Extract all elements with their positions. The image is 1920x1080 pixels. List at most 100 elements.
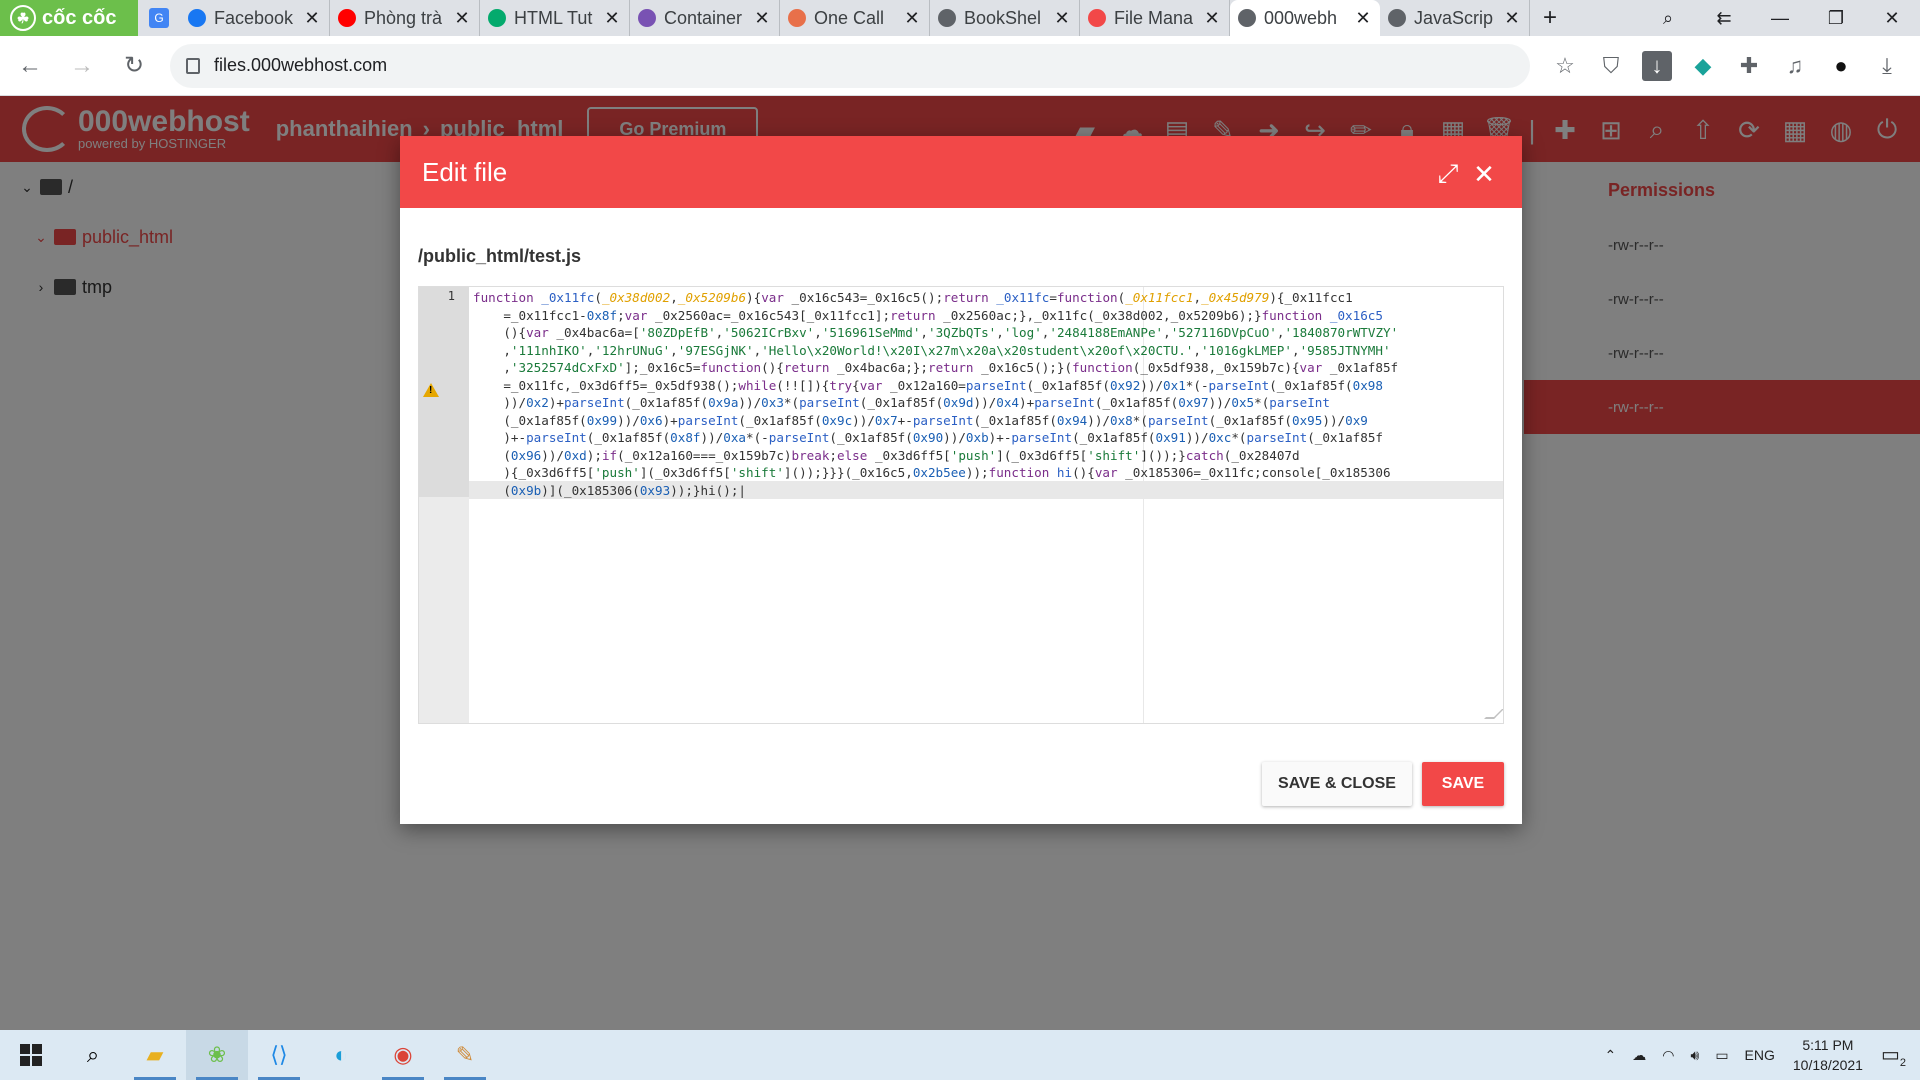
browser-tab[interactable]: HTML Tut ✕	[480, 0, 630, 36]
globe-icon	[938, 9, 956, 27]
download-page-icon[interactable]: ↓	[1642, 51, 1672, 81]
globe-icon	[1388, 9, 1406, 27]
tab-title: HTML Tut	[514, 7, 593, 28]
clock-time: 5:11 PM	[1802, 1037, 1854, 1053]
close-tab-icon[interactable]: ✕	[1053, 8, 1071, 29]
browser-tab[interactable]: Phòng trà ✕	[330, 0, 480, 36]
bookmark-star-icon[interactable]: ☆	[1542, 44, 1588, 88]
close-tab-icon[interactable]: ✕	[753, 8, 771, 29]
profile-avatar[interactable]: ●	[1818, 44, 1864, 88]
reading-list-icon[interactable]: ♫	[1772, 44, 1818, 88]
extension-teal-icon[interactable]: ◆	[1680, 44, 1726, 88]
fullscreen-icon[interactable]: ⤢	[1430, 158, 1466, 188]
chevron-up-icon[interactable]: ⌃	[1605, 1047, 1617, 1064]
minimize-button[interactable]: —	[1752, 0, 1808, 36]
close-tab-icon[interactable]: ✕	[453, 8, 471, 29]
youtube-icon	[338, 9, 356, 27]
windows-icon	[20, 1044, 42, 1066]
browser-tab[interactable]: 000webh ✕	[1230, 0, 1380, 36]
google-translate-tab[interactable]: G	[138, 0, 180, 36]
line-number: 1	[447, 289, 455, 303]
tab-title: File Mana	[1114, 7, 1194, 28]
language-indicator[interactable]: ENG	[1745, 1047, 1775, 1063]
start-button[interactable]	[0, 1030, 62, 1080]
bootstrap-icon	[638, 9, 656, 27]
tab-title: BookShel	[964, 7, 1042, 28]
code-editor[interactable]: 1 function _0x11fc(_0x38d002,_0x5209b6){…	[418, 286, 1504, 724]
downloads-icon[interactable]: ⤓	[1864, 44, 1910, 88]
extensions-puzzle-icon[interactable]: ✚	[1726, 44, 1772, 88]
chrome-icon: ◉	[393, 1042, 413, 1067]
browser-tab[interactable]: Container ✕	[630, 0, 780, 36]
code-content[interactable]: function _0x11fc(_0x38d002,_0x5209b6){va…	[473, 289, 1501, 499]
tab-title: JavaScrip	[1414, 7, 1494, 28]
maximize-button[interactable]: ❐	[1808, 0, 1864, 36]
vscode-icon: ⟨⟩	[270, 1042, 288, 1067]
battery-icon[interactable]: ▭	[1715, 1047, 1728, 1064]
tab-title: Container	[664, 7, 743, 28]
coccoc-menu-button[interactable]: ☘ cốc cốc	[0, 0, 138, 36]
onecall-icon	[788, 9, 806, 27]
browser-tab[interactable]: BookShel ✕	[930, 0, 1080, 36]
dialog-title: Edit file	[422, 156, 508, 187]
close-tab-icon[interactable]: ✕	[603, 8, 621, 29]
forward-button[interactable]: →	[60, 44, 104, 88]
tab-strip: ☘ cốc cốc G Facebook ✕ Phòng trà ✕ HTML Tut ✕…	[0, 0, 1920, 36]
edit-file-dialog: Edit file ⤢ ✕ /public_html/test.js 1 fun…	[400, 136, 1522, 824]
tab-title: 000webh	[1264, 7, 1338, 28]
file-explorer-button[interactable]: ▰	[124, 1030, 186, 1080]
browser-tab[interactable]: JavaScrip ✕	[1380, 0, 1530, 36]
back-history-icon[interactable]: ⇇	[1696, 0, 1752, 36]
coccoc-icon: ❀	[207, 1042, 227, 1067]
paint-taskbar-button[interactable]: ✎	[434, 1030, 496, 1080]
save-button[interactable]: SAVE	[1422, 762, 1504, 806]
dialog-header: Edit file ⤢ ✕	[400, 136, 1522, 208]
tab-title: Facebook	[214, 7, 294, 28]
editor-gutter: 1	[419, 287, 469, 723]
webhost-icon	[1088, 9, 1106, 27]
brand-label: cốc cốc	[42, 6, 117, 29]
close-tab-icon[interactable]: ✕	[903, 8, 921, 29]
close-tab-icon[interactable]: ✕	[1503, 8, 1521, 29]
tab-search-icon[interactable]: ⌕	[1640, 0, 1696, 36]
w3-icon	[488, 9, 506, 27]
close-tab-icon[interactable]: ✕	[1203, 8, 1221, 29]
folder-icon: ▰	[146, 1042, 164, 1067]
translate-icon: G	[149, 8, 169, 28]
clock[interactable]: 5:11 PM 10/18/2021	[1793, 1035, 1863, 1075]
search-button[interactable]: ⌕	[62, 1030, 124, 1080]
edge-icon: ◐	[334, 1042, 348, 1067]
search-icon: ⌕	[86, 1042, 100, 1067]
address-bar[interactable]: files.000webhost.com	[170, 43, 1530, 88]
resize-handle[interactable]	[1484, 709, 1503, 719]
notification-icon[interactable]: ▭2	[1881, 1042, 1906, 1069]
system-tray: ⌃ ☁ ◠ 🔊︎ ▭ ENG 5:11 PM 10/18/2021 ▭2	[1597, 1030, 1920, 1080]
volume-icon[interactable]: 🔊︎	[1690, 1047, 1699, 1064]
reload-button[interactable]: ↻	[112, 44, 156, 88]
globe-icon	[1238, 9, 1256, 27]
close-window-button[interactable]: ✕	[1864, 0, 1920, 36]
save-and-close-button[interactable]: SAVE & CLOSE	[1262, 762, 1412, 806]
new-tab-button[interactable]: +	[1530, 4, 1570, 32]
tab-title: One Call	[814, 7, 885, 28]
warning-icon[interactable]	[423, 383, 439, 397]
close-tab-icon[interactable]: ✕	[1354, 8, 1372, 29]
chrome-taskbar-button[interactable]: ◉	[372, 1030, 434, 1080]
wifi-icon[interactable]: ◠	[1662, 1047, 1674, 1064]
file-path: /public_html/test.js	[418, 246, 582, 266]
browser-tab[interactable]: One Call ✕	[780, 0, 930, 36]
lock-icon	[186, 57, 200, 74]
shield-icon[interactable]: ⛉	[1588, 44, 1634, 88]
vscode-taskbar-button[interactable]: ⟨⟩	[248, 1030, 310, 1080]
close-tab-icon[interactable]: ✕	[303, 8, 321, 29]
back-button[interactable]: ←	[8, 44, 52, 88]
browser-tab[interactable]: Facebook ✕	[180, 0, 330, 36]
close-icon[interactable]: ✕	[1466, 159, 1502, 189]
edge-taskbar-button[interactable]: ◐	[310, 1030, 372, 1080]
cloud-icon[interactable]: ☁	[1632, 1047, 1646, 1064]
coccoc-taskbar-button[interactable]: ❀	[186, 1030, 248, 1080]
browser-tab[interactable]: File Mana ✕	[1080, 0, 1230, 36]
clock-date: 10/18/2021	[1792, 1057, 1863, 1073]
coccoc-logo-icon: ☘	[10, 5, 36, 31]
url-text: files.000webhost.com	[214, 55, 388, 75]
